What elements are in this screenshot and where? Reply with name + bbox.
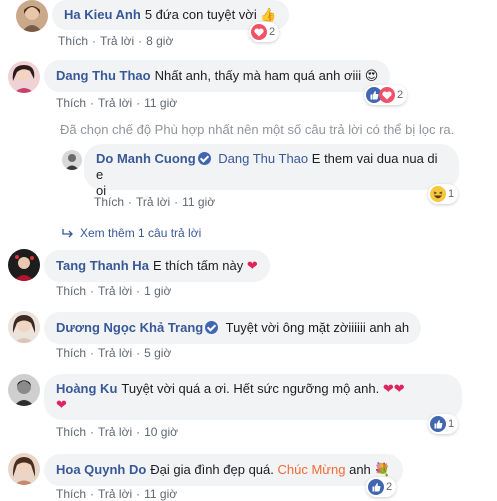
timestamp[interactable]: 11 giờ [182,195,215,209]
reaction-count: 2 [269,26,276,38]
comment-actions: Thích · Trả lời · 11 giờ [56,96,178,110]
heart-reaction-icon [251,24,267,40]
comment-actions: Thích · Trả lời · 1 giờ [56,284,172,298]
reaction-summary[interactable]: 2 [366,477,397,497]
reaction-summary[interactable]: 1 [428,414,459,434]
reaction-count: 1 [448,188,455,200]
heart-emoji: ❤ [246,258,258,273]
reaction-summary[interactable]: 2 [249,22,280,42]
like-link[interactable]: Thích [56,346,86,360]
verified-badge-icon [205,321,219,334]
author-name[interactable]: Ha Kieu Anh [64,7,141,22]
haha-reaction-icon [430,186,446,202]
author-name[interactable]: Hoa Quynh Do [56,462,146,477]
timestamp[interactable]: 5 giờ [144,346,171,360]
author-name[interactable]: Do Manh Cuong [96,151,211,166]
comment-text: Tuyệt vời quá a ơi. Hết sức ngưỡng mộ an… [121,381,380,396]
avatar[interactable] [8,374,40,406]
timestamp[interactable]: 11 giờ [144,96,177,110]
author-name[interactable]: Tang Thanh Ha [56,258,149,273]
bouquet-emoji: 💐 [374,462,391,477]
like-reaction-icon [368,479,384,495]
avatar[interactable] [8,61,40,93]
comment-text: Tuyệt vời ông mặt zờiiiiii anh ah [225,320,410,335]
comment-text: Đại gia đình đẹp quá. [150,462,274,477]
hearts-emoji: ❤❤ [382,381,405,396]
comment-text: 5 đứa con tuyệt vời [144,7,257,22]
reaction-summary[interactable]: 2 [364,85,408,105]
comment-bubble: Dương Ngọc Khả Trang Tuyệt vời ông mặt z… [44,312,422,344]
thumbs-up-emoji: 👍 [260,7,277,22]
timestamp[interactable]: 11 giờ [144,487,177,501]
like-link[interactable]: Thích [56,96,86,110]
avatar[interactable] [8,311,40,343]
author-name[interactable]: Dang Thu Thao [56,68,151,83]
filter-notice: Đã chọn chế độ Phù hợp nhất nên một số c… [60,122,455,137]
highlighted-text: Chúc Mừng [277,462,346,477]
heart-emoji: ❤ [56,397,67,412]
comment-actions: Thích · Trả lời · 8 giờ [58,34,174,48]
heart-eyes-emoji: 😍 [364,68,379,83]
comment-actions: Thích · Trả lời · 11 giờ [94,195,216,209]
like-reaction-icon [430,416,446,432]
avatar[interactable] [8,453,40,485]
reaction-count: 2 [386,481,393,493]
like-link[interactable]: Thích [56,487,86,501]
timestamp[interactable]: 8 giờ [146,34,173,48]
like-link[interactable]: Thích [56,284,86,298]
reaction-summary[interactable]: 1 [428,184,459,204]
author-name[interactable]: Hoàng Ku [56,381,117,396]
comment-text: Nhất anh, thấy mà ham quá anh ơiii [154,68,362,83]
like-link[interactable]: Thích [56,425,86,439]
comment-actions: Thích · Trả lời · 10 giờ [56,425,178,439]
comment-actions: Thích · Trả lời · 5 giờ [56,346,172,360]
reply-link[interactable]: Trả lời [98,425,132,439]
comment-bubble: Hoàng Ku Tuyệt vời quá a ơi. Hết sức ngưỡ… [44,374,462,420]
comment-bubble: Tang Thanh Ha E thích tấm này ❤ [44,250,270,282]
avatar[interactable] [8,249,40,281]
avatar[interactable] [16,0,48,32]
reply-link[interactable]: Trả lời [98,284,132,298]
comment-bubble: Do Manh Cuong Dang Thu Thao E them vai d… [84,144,459,198]
comment-actions: Thích · Trả lời · 11 giờ [56,487,178,501]
like-link[interactable]: Thích [94,195,124,209]
reply-arrow-icon [62,229,73,238]
author-name[interactable]: Dương Ngọc Khả Trang [56,320,219,335]
reply-link[interactable]: Trả lời [98,346,132,360]
timestamp[interactable]: 1 giờ [144,284,171,298]
reply-link[interactable]: Trả lời [98,96,132,110]
reply-link[interactable]: Trả lời [98,487,132,501]
comment-bubble: Hoa Quynh Do Đại gia đình đẹp quá. Chúc M… [44,454,403,486]
comment-text-after: anh [349,462,371,477]
reply-link[interactable]: Trả lời [136,195,170,209]
comment-bubble: Dang Thu Thao Nhất anh, thấy mà ham quá a… [44,60,391,92]
comment-text: E thích tấm này [152,258,244,273]
verified-badge-icon [197,152,211,165]
timestamp[interactable]: 10 giờ [144,425,178,439]
reaction-count: 1 [448,418,455,430]
see-more-replies-link[interactable]: Xem thêm 1 câu trả lời [62,226,201,240]
like-link[interactable]: Thích [58,34,88,48]
reply-link[interactable]: Trả lời [100,34,134,48]
mention-link[interactable]: Dang Thu Thao [218,151,308,166]
reaction-count: 2 [397,89,404,101]
avatar[interactable] [62,150,82,170]
heart-reaction-icon [379,87,395,103]
